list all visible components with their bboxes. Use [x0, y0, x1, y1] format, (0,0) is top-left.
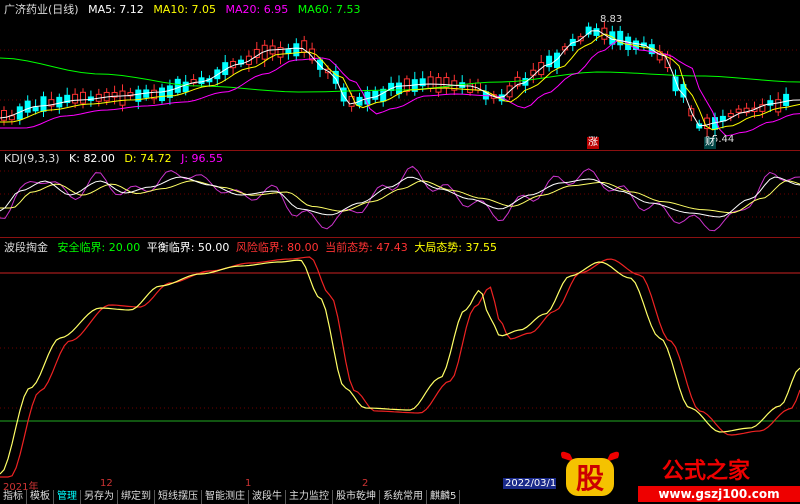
kdj-d-line [0, 180, 800, 214]
ma10-line [0, 33, 800, 131]
kdj-chart[interactable] [0, 151, 800, 237]
tab-9[interactable]: 股市乾坤 [333, 490, 380, 504]
kdj-j-line [0, 165, 800, 232]
axis-month-12: 12 [100, 478, 113, 489]
tab-7[interactable]: 波段牛 [249, 490, 286, 504]
tab-5[interactable]: 短线摆压 [155, 490, 202, 504]
tab-3[interactable]: 另存为 [81, 490, 118, 504]
ma5-line [0, 30, 800, 127]
kdj-panel[interactable]: KDJ(9,3,3) K: 82.00 D: 74.72 J: 96.55 [0, 151, 800, 237]
wave-red-line [0, 256, 800, 478]
logo-big-char: 股 [576, 462, 604, 495]
tab-11[interactable]: 麒麟5 [427, 490, 461, 504]
axis-month-1: 1 [245, 478, 252, 489]
event-zhang-badge[interactable]: 涨 [587, 137, 599, 149]
bull-logo-icon: 股 公式之家 www.gszj100.com [561, 451, 800, 502]
candles-group [1, 21, 790, 137]
wave-panel[interactable]: 波段掏金 安全临界: 20.00 平衡临界: 50.00 风险临界: 80.00… [0, 238, 800, 478]
price-panel[interactable]: 广济药业(日线) MA5: 7.12 MA10: 7.05 MA20: 6.95… [0, 0, 800, 150]
tab-0[interactable]: 指标 [0, 490, 27, 504]
watermark-logo: 股 公式之家 www.gszj100.com [556, 448, 800, 504]
tab-8[interactable]: 主力监控 [286, 490, 333, 504]
tab-2[interactable]: 管理 [54, 490, 81, 504]
tab-10[interactable]: 系统常用 [380, 490, 427, 504]
tab-4[interactable]: 绑定到 [118, 490, 155, 504]
logo-brand: 公式之家 [662, 458, 751, 484]
wave-yellow-line [0, 259, 800, 475]
wave-chart[interactable] [0, 238, 800, 478]
candlestick-chart[interactable] [0, 0, 800, 150]
event-cai-badge[interactable]: 财 [704, 137, 716, 149]
axis-month-2: 2 [362, 478, 369, 489]
logo-url: www.gszj100.com [658, 487, 779, 501]
tab-1[interactable]: 模板 [27, 490, 54, 504]
high-price-label: 8.83 [600, 14, 623, 25]
tab-6[interactable]: 智能测庄 [202, 490, 249, 504]
